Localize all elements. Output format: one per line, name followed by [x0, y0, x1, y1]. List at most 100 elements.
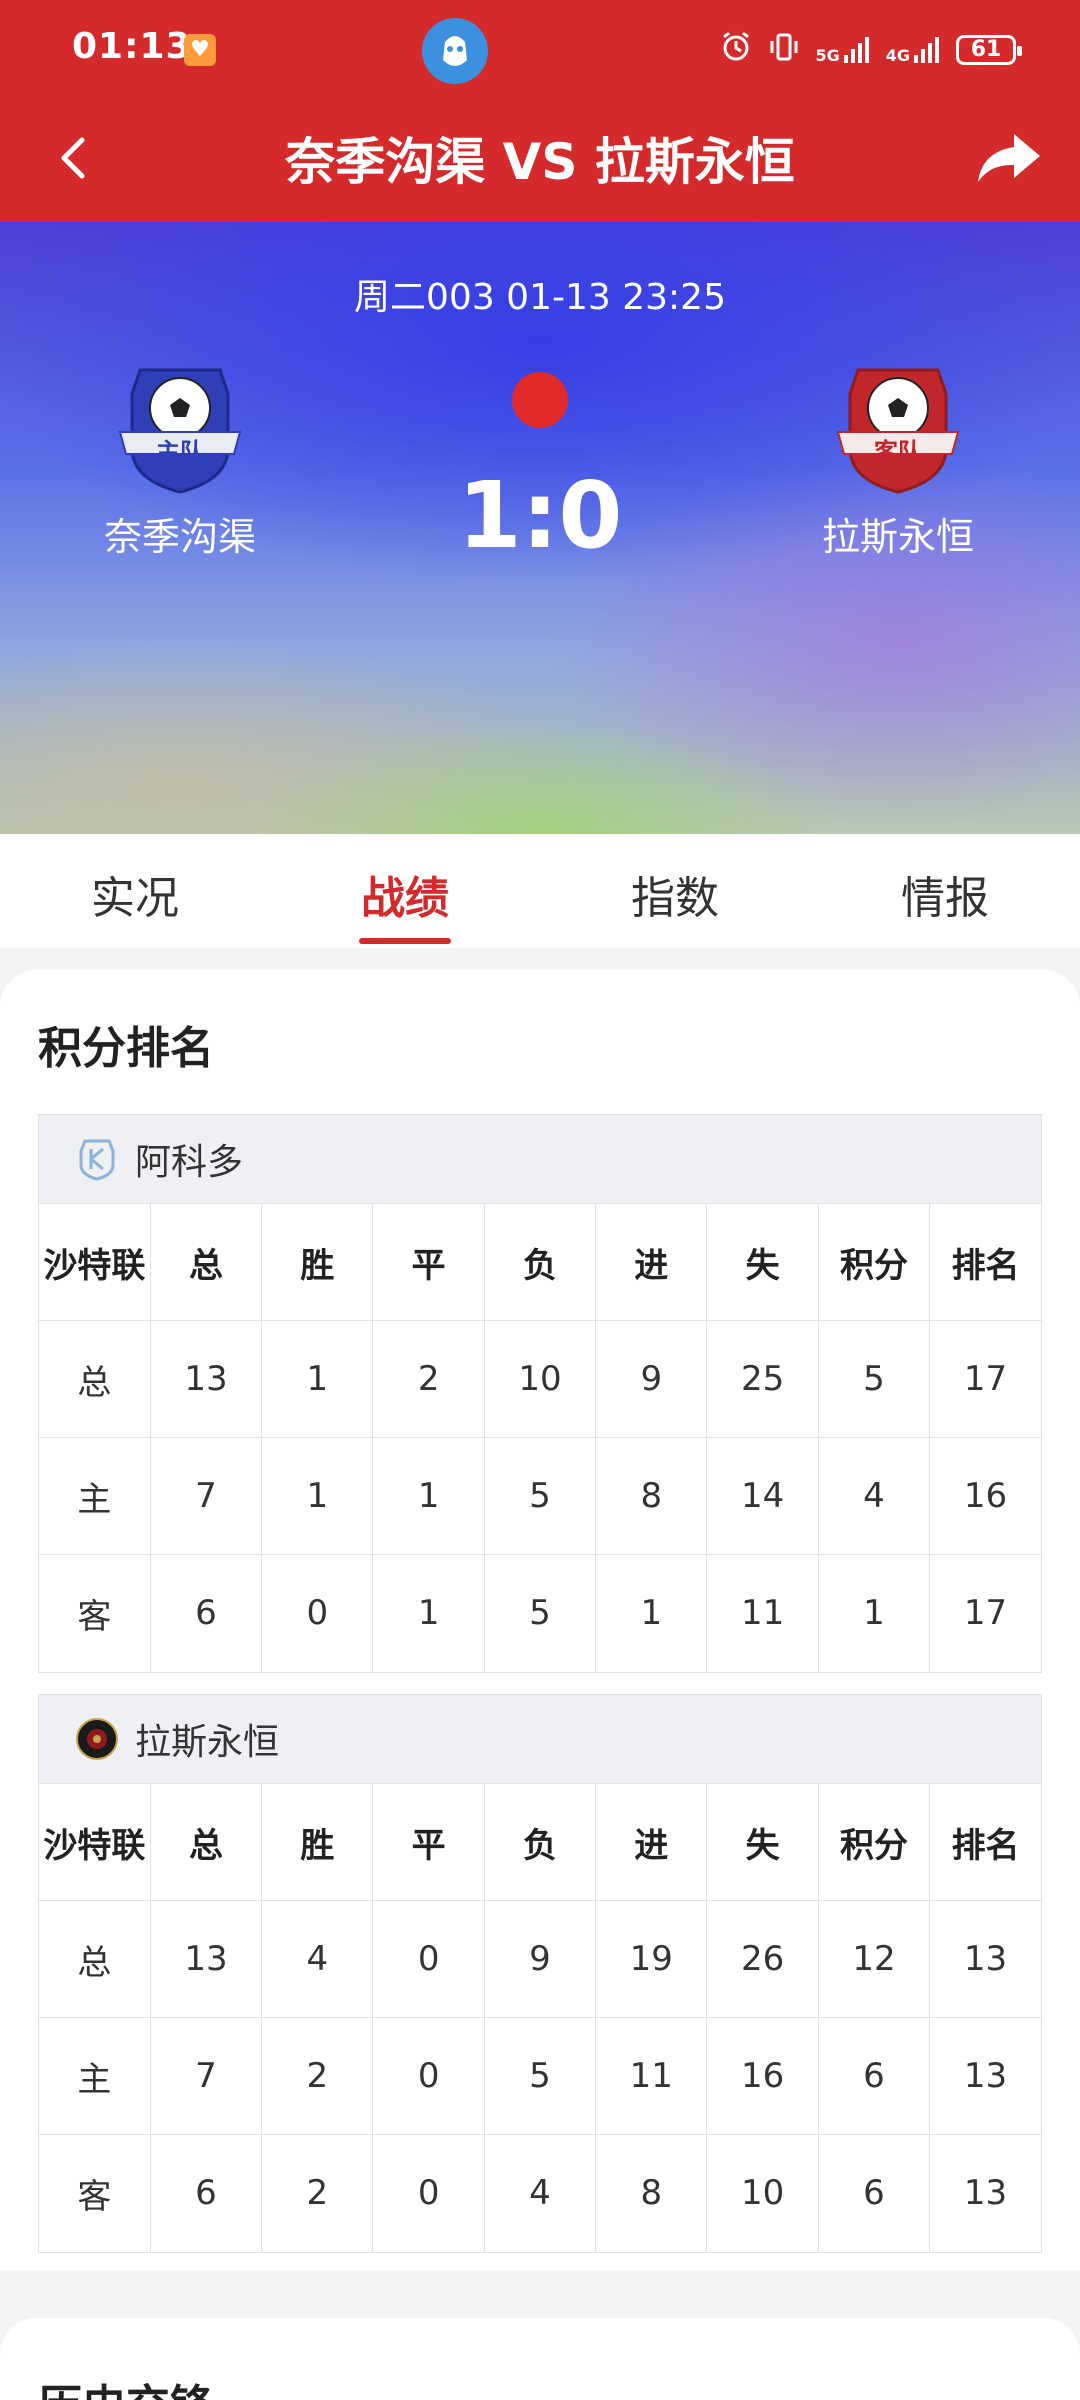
- page-title: 奈季沟渠 VS 拉斯永恒: [285, 133, 795, 191]
- table-cell: 17: [929, 1320, 1041, 1438]
- column-header: 沙特联: [39, 1783, 151, 1901]
- table-cell: 总: [39, 1320, 151, 1438]
- column-header: 总: [149, 1783, 262, 1901]
- table-cell: 16: [929, 1437, 1041, 1555]
- table-cell: 0: [261, 1554, 373, 1672]
- table-cell: 13: [149, 1320, 262, 1438]
- table-cell: 8: [595, 2134, 707, 2252]
- table-cell: 25: [706, 1320, 819, 1438]
- table-header-row: 沙特联 总 胜 平 负 进 失 积分 排名: [39, 1203, 1041, 1321]
- tab-intel-label: 情报: [901, 873, 989, 924]
- vibrate-icon: [767, 30, 801, 70]
- column-header: 沙特联: [39, 1203, 151, 1321]
- table-cell: 主: [39, 2017, 151, 2135]
- table-cell: 1: [595, 1554, 707, 1672]
- table-cell: 2: [261, 2017, 373, 2135]
- table-cell: 4: [483, 2134, 596, 2252]
- table-cell: 8: [595, 1437, 707, 1555]
- network-label-5g: 5G: [815, 46, 840, 65]
- tab-bar: 实况 战绩 指数 情报: [0, 834, 1080, 948]
- column-header: 胜: [261, 1783, 373, 1901]
- column-header: 进: [595, 1783, 707, 1901]
- table-row: 客 6 0 1 5 1 11 1 17: [39, 1554, 1041, 1672]
- table-cell: 9: [483, 1900, 596, 2018]
- table-cell: 13: [929, 2134, 1041, 2252]
- tab-live[interactable]: 实况: [0, 834, 270, 948]
- table-cell: 5: [817, 1320, 930, 1438]
- table-row: 客 6 2 0 4 8 10 6 13: [39, 2134, 1041, 2252]
- column-header: 失: [706, 1203, 819, 1321]
- tab-odds-label: 指数: [631, 873, 719, 924]
- table-row: 主 7 1 1 5 8 14 4 16: [39, 1437, 1041, 1555]
- table-cell: 13: [929, 2017, 1041, 2135]
- standings-team-name: 拉斯永恒: [135, 1722, 280, 1763]
- table-cell: 4: [261, 1900, 373, 2018]
- away-team[interactable]: 客队 拉斯永恒: [788, 356, 1008, 561]
- table-cell: 0: [372, 2134, 485, 2252]
- history-card: 历史交锋: [0, 2318, 1080, 2400]
- share-icon[interactable]: [974, 126, 1044, 190]
- table-cell: 13: [929, 1900, 1041, 2018]
- mascot-app-icon: [422, 18, 488, 84]
- table-cell: 6: [149, 2134, 262, 2252]
- table-cell: 4: [817, 1437, 930, 1555]
- column-header: 总: [149, 1203, 262, 1321]
- table-cell: 10: [483, 1320, 596, 1438]
- table-cell: 总: [39, 1900, 151, 2018]
- tab-live-label: 实况: [91, 873, 179, 924]
- column-header: 负: [483, 1203, 596, 1321]
- standings-team-block: 阿科多 沙特联 总 胜 平 负 进 失 积分 排名 总 13 1 2 10 9 …: [38, 1114, 1042, 1673]
- table-cell: 1: [261, 1320, 373, 1438]
- standings-card: 积分排名 阿科多 沙特联 总 胜 平 负 进 失 积分 排名 总 13 1 2 …: [0, 970, 1080, 2270]
- signal-4g-icon: 4G: [886, 35, 942, 65]
- network-label-4g: 4G: [885, 46, 910, 65]
- alarm-icon: [719, 30, 753, 70]
- table-cell: 6: [149, 1554, 262, 1672]
- table-cell: 1: [372, 1437, 485, 1555]
- table-cell: 17: [929, 1554, 1041, 1672]
- table-cell: 6: [817, 2017, 930, 2135]
- status-time: 01:13: [72, 26, 192, 67]
- table-cell: 5: [483, 1554, 596, 1672]
- table-cell: 7: [149, 1437, 262, 1555]
- tab-active-indicator: [359, 938, 451, 944]
- battery-icon: 61: [956, 35, 1022, 65]
- column-header: 胜: [261, 1203, 373, 1321]
- history-title: 历史交锋: [38, 2370, 214, 2400]
- column-header: 积分: [817, 1203, 930, 1321]
- table-cell: 16: [706, 2017, 819, 2135]
- tab-odds[interactable]: 指数: [540, 834, 810, 948]
- table-cell: 1: [372, 1554, 485, 1672]
- table-cell: 12: [817, 1900, 930, 2018]
- tab-intel[interactable]: 情报: [810, 834, 1080, 948]
- table-cell: 7: [149, 2017, 262, 2135]
- status-icons: 5G 4G 61: [719, 30, 1022, 70]
- table-cell: 19: [595, 1900, 707, 2018]
- club-logo-icon: [75, 1717, 119, 1761]
- standings-team-header: 阿科多: [39, 1115, 1041, 1203]
- table-cell: 5: [483, 2017, 596, 2135]
- table-cell: 14: [706, 1437, 819, 1555]
- table-cell: 2: [372, 1320, 485, 1438]
- column-header: 排名: [929, 1783, 1041, 1901]
- table-header-row: 沙特联 总 胜 平 负 进 失 积分 排名: [39, 1783, 1041, 1901]
- column-header: 积分: [817, 1783, 930, 1901]
- standings-team-block: 拉斯永恒 沙特联 总 胜 平 负 进 失 积分 排名 总 13 4 0 9 19: [38, 1694, 1042, 2253]
- table-cell: 6: [817, 2134, 930, 2252]
- column-header: 平: [372, 1203, 485, 1321]
- column-header: 负: [483, 1783, 596, 1901]
- table-cell: 主: [39, 1437, 151, 1555]
- tab-record[interactable]: 战绩: [270, 834, 540, 948]
- away-badge-label: 客队: [874, 438, 922, 466]
- column-header: 失: [706, 1783, 819, 1901]
- heart-app-icon: ♥: [184, 34, 216, 66]
- table-cell: 13: [149, 1900, 262, 2018]
- tab-record-label: 战绩: [361, 873, 449, 924]
- standings-table: 沙特联 总 胜 平 负 进 失 积分 排名 总 13 4 0 9 19 26 1…: [39, 1783, 1041, 2252]
- match-scoreboard: 周二003 01-13 23:25 主队 奈季沟渠 1:0 客队 拉斯永恒: [0, 222, 1080, 834]
- status-bar: 01:13 ♥ 5G 4G 61: [0, 0, 1080, 100]
- match-info: 周二003 01-13 23:25: [354, 277, 726, 318]
- table-row: 主 7 2 0 5 11 16 6 13: [39, 2017, 1041, 2135]
- away-team-name: 拉斯永恒: [821, 515, 974, 559]
- column-header: 排名: [929, 1203, 1041, 1321]
